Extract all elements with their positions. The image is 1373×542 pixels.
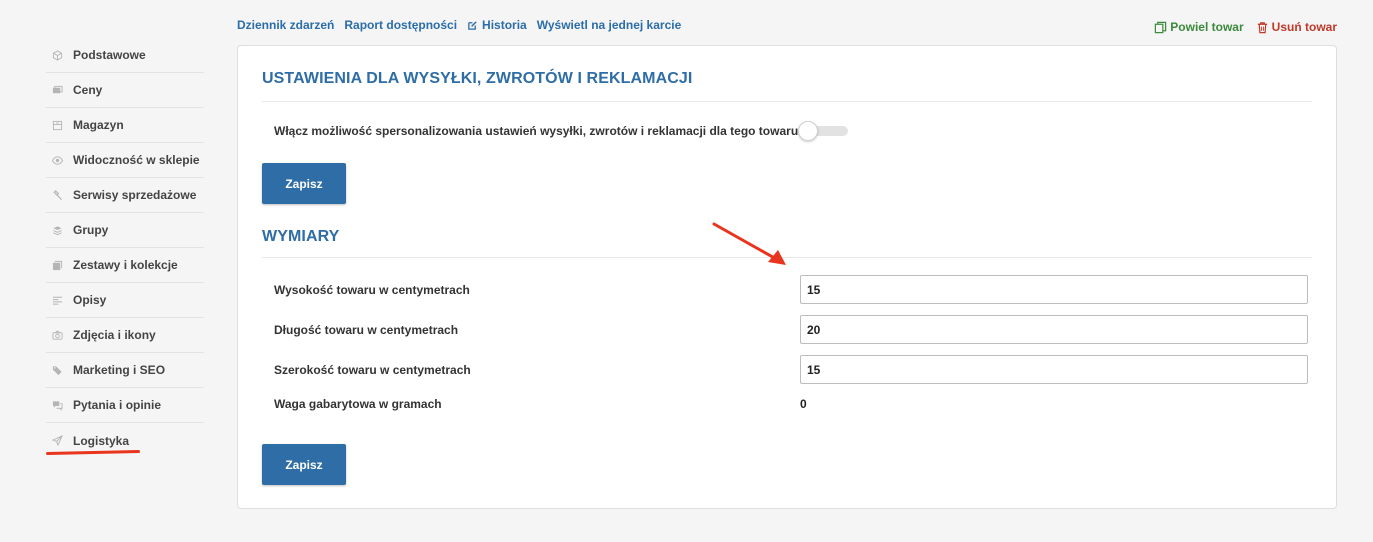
- sidebar-item-ceny[interactable]: Ceny: [46, 73, 204, 108]
- main-panel: USTAWIENIA DLA WYSYŁKI, ZWROTÓW I REKLAM…: [237, 45, 1337, 509]
- price-icon: [51, 84, 63, 96]
- height-field[interactable]: [800, 275, 1308, 304]
- delete-product-button[interactable]: Usuń towar: [1256, 20, 1337, 34]
- personalize-shipping-label: Włącz możliwość spersonalizowania ustawi…: [274, 124, 799, 138]
- sidebar-label: Zdjęcia i ikony: [73, 328, 156, 342]
- edit-icon: [468, 20, 477, 30]
- top-actions: Powiel towar Usuń towar: [1154, 20, 1337, 34]
- delete-label: Usuń towar: [1271, 20, 1337, 34]
- dimensional-weight-value: 0: [800, 397, 807, 411]
- sidebar-item-magazyn[interactable]: Magazyn: [46, 108, 204, 143]
- shipping-section-title: USTAWIENIA DLA WYSYŁKI, ZWROTÓW I REKLAM…: [262, 70, 693, 87]
- duplicate-label: Powiel towar: [1170, 20, 1244, 34]
- length-field[interactable]: [800, 315, 1308, 344]
- warehouse-icon: [51, 119, 63, 131]
- layers-icon: [51, 224, 63, 236]
- dimensional-weight-label: Waga gabarytowa w gramach: [274, 397, 442, 411]
- collection-icon: [51, 259, 63, 271]
- sidebar-item-podstawowe[interactable]: Podstawowe: [46, 38, 204, 73]
- length-label: Długość towaru w centymetrach: [274, 323, 459, 337]
- text-icon: [51, 294, 63, 306]
- sidebar-label: Widoczność w sklepie: [73, 153, 200, 167]
- cube-icon: [51, 49, 63, 61]
- tag-icon: [51, 364, 63, 376]
- comments-icon: [51, 399, 63, 411]
- camera-icon: [51, 329, 63, 341]
- history-link[interactable]: Historia: [467, 18, 527, 32]
- top-links: Dziennik zdarzeń Raport dostępności Hist…: [237, 18, 681, 32]
- eye-icon: [51, 154, 63, 166]
- sidebar-label: Pytania i opinie: [73, 398, 162, 412]
- height-label: Wysokość towaru w centymetrach: [274, 283, 470, 297]
- sidebar-label: Marketing i SEO: [73, 363, 166, 377]
- availability-report-link[interactable]: Raport dostępności: [344, 18, 457, 32]
- sidebar-label: Ceny: [73, 83, 103, 97]
- trash-icon: [1257, 21, 1267, 33]
- annotation-arrow: [712, 222, 786, 265]
- save-shipping-button[interactable]: Zapisz: [262, 163, 346, 204]
- sidebar-item-grupy[interactable]: Grupy: [46, 213, 204, 248]
- sidebar-item-widocznosc[interactable]: Widoczność w sklepie: [46, 143, 204, 178]
- personalize-shipping-toggle[interactable]: [798, 121, 848, 141]
- sidebar-item-opisy[interactable]: Opisy: [46, 283, 204, 318]
- event-log-link[interactable]: Dziennik zdarzeń: [237, 18, 334, 32]
- sidebar-label: Podstawowe: [73, 48, 146, 62]
- sidebar-label: Grupy: [73, 223, 109, 237]
- sidebar-label: Serwisy sprzedażowe: [73, 188, 197, 202]
- sidebar-item-marketing[interactable]: Marketing i SEO: [46, 353, 204, 388]
- width-label: Szerokość towaru w centymetrach: [274, 363, 471, 377]
- sidebar-item-pytania[interactable]: Pytania i opinie: [46, 388, 204, 423]
- sidebar-nav: Podstawowe Ceny Magazyn Widoczność w skl…: [46, 38, 204, 458]
- width-field[interactable]: [800, 355, 1308, 384]
- sidebar-item-serwisy[interactable]: Serwisy sprzedażowe: [46, 178, 204, 213]
- section-divider: [262, 101, 1312, 102]
- sidebar-item-zestawy[interactable]: Zestawy i kolekcje: [46, 248, 204, 283]
- sidebar-label: Zestawy i kolekcje: [73, 258, 178, 272]
- history-label: Historia: [482, 18, 527, 32]
- copy-icon: [1155, 21, 1167, 33]
- send-icon: [51, 435, 63, 447]
- duplicate-product-button[interactable]: Powiel towar: [1154, 20, 1244, 34]
- sidebar-item-zdjecia[interactable]: Zdjęcia i ikony: [46, 318, 204, 353]
- single-card-link[interactable]: Wyświetl na jednej karcie: [537, 18, 682, 32]
- save-dimensions-button[interactable]: Zapisz: [262, 444, 346, 485]
- sidebar-label: Magazyn: [73, 118, 124, 132]
- sidebar-label: Logistyka: [73, 433, 130, 448]
- dimensions-section-title: WYMIARY: [262, 228, 340, 245]
- hammer-icon: [51, 189, 63, 201]
- sidebar-label: Opisy: [73, 293, 107, 307]
- toggle-knob: [798, 121, 818, 141]
